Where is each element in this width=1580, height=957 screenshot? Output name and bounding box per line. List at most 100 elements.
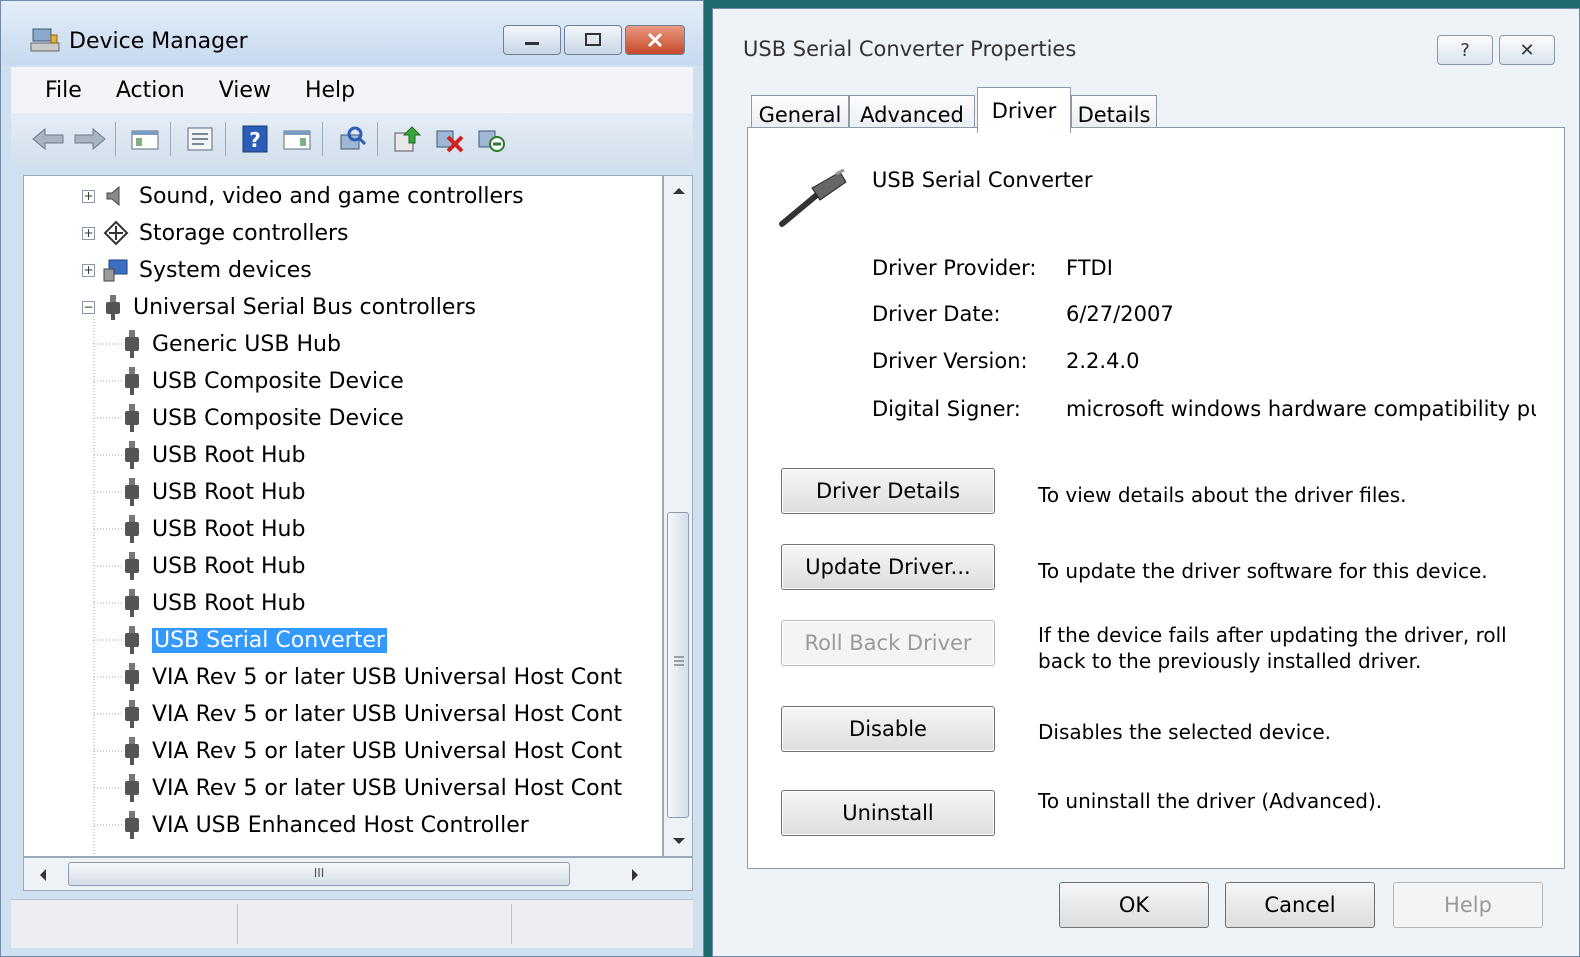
tree-category-label: Universal Serial Bus controllers: [133, 294, 476, 320]
tree-device-item[interactable]: USB Serial Converter: [124, 622, 387, 658]
tree-device-item[interactable]: Generic USB Hub: [124, 326, 341, 362]
usb-device-icon: [125, 774, 139, 802]
tree-category-usb[interactable]: − Universal Serial Bus controllers: [82, 289, 476, 325]
scroll-up-icon[interactable]: [672, 186, 686, 196]
tree-device-label: Generic USB Hub: [152, 331, 341, 357]
show-hide-tree-button[interactable]: [126, 120, 164, 158]
close-icon: [647, 32, 663, 48]
expand-icon[interactable]: +: [82, 263, 95, 277]
minimize-button[interactable]: [503, 25, 561, 55]
roll-back-description: If the device fails after updating the d…: [1038, 623, 1507, 673]
action-pane-button[interactable]: [278, 120, 316, 158]
menu-file[interactable]: File: [45, 78, 82, 103]
forward-button[interactable]: [71, 120, 109, 158]
expand-icon[interactable]: +: [82, 226, 95, 240]
uninstall-device-icon: [478, 130, 505, 152]
device-manager-icon: [30, 28, 60, 52]
uninstall-description: To uninstall the driver (Advanced).: [1038, 789, 1383, 813]
uninstall-button[interactable]: Uninstall: [781, 790, 995, 836]
expand-icon[interactable]: +: [82, 189, 95, 203]
speaker-icon: [106, 185, 120, 207]
tree-device-label: VIA USB Enhanced Host Controller: [152, 812, 529, 838]
toolbar-separator: [225, 122, 226, 156]
tree-category-label: System devices: [139, 257, 312, 283]
tree-device-item[interactable]: VIA Rev 5 or later USB Universal Host Co…: [124, 659, 622, 695]
uninstall-device-button[interactable]: [472, 120, 510, 158]
tree-device-label: USB Root Hub: [152, 516, 306, 542]
usb-device-icon: [125, 552, 139, 580]
digital-signer-label: Digital Signer:: [872, 397, 1021, 421]
horizontal-scroll-thumb[interactable]: III: [68, 862, 570, 886]
roll-back-driver-button[interactable]: Roll Back Driver: [781, 620, 995, 666]
tree-device-item[interactable]: USB Root Hub: [124, 511, 305, 547]
question-icon: ?: [1460, 39, 1470, 61]
forward-arrow-icon: [74, 127, 106, 151]
properties-button[interactable]: [181, 120, 219, 158]
usb-device-icon: [125, 441, 139, 469]
toolbar-separator: [377, 122, 378, 156]
menu-action[interactable]: Action: [116, 78, 185, 103]
help-button[interactable]: ?: [236, 120, 274, 158]
status-bar: [11, 899, 693, 948]
disable-button[interactable]: Disable: [781, 706, 995, 752]
maximize-button[interactable]: [564, 25, 622, 55]
collapse-icon[interactable]: −: [82, 300, 95, 314]
tree-device-item[interactable]: USB Root Hub: [124, 548, 305, 584]
device-tree[interactable]: + Sound, video and game controllers + St…: [23, 175, 663, 857]
close-button[interactable]: [625, 25, 685, 55]
usb-device-icon: [125, 330, 139, 358]
help-button[interactable]: Help: [1393, 882, 1543, 928]
help-caption-button[interactable]: ?: [1437, 35, 1493, 65]
maximize-icon: [585, 33, 601, 46]
back-button[interactable]: [29, 120, 67, 158]
menu-view[interactable]: View: [219, 78, 271, 103]
tree-device-item[interactable]: VIA USB Enhanced Host Controller: [124, 807, 529, 843]
scroll-right-icon[interactable]: [630, 868, 640, 882]
ok-button[interactable]: OK: [1059, 882, 1209, 928]
toolbar-separator: [115, 122, 116, 156]
tree-category-sound[interactable]: + Sound, video and game controllers: [82, 178, 524, 214]
update-driver-button[interactable]: Update Driver...: [781, 544, 995, 590]
close-caption-button[interactable]: ✕: [1499, 35, 1555, 65]
cancel-button[interactable]: Cancel: [1225, 882, 1375, 928]
scan-hardware-button[interactable]: [333, 120, 371, 158]
vertical-scroll-thumb[interactable]: [667, 512, 689, 818]
tree-device-item[interactable]: USB Composite Device: [124, 363, 404, 399]
status-divider: [237, 904, 238, 944]
usb-device-icon: [125, 515, 139, 543]
help-icon: ?: [242, 125, 268, 153]
usb-device-icon: [125, 626, 139, 654]
tree-device-item[interactable]: VIA Rev 5 or later USB Universal Host Co…: [124, 770, 622, 806]
driver-provider-value: FTDI: [1066, 256, 1113, 280]
update-driver-button[interactable]: [388, 120, 426, 158]
driver-date-value: 6/27/2007: [1066, 302, 1174, 326]
title-bar[interactable]: Device Manager: [1, 1, 703, 65]
menu-help[interactable]: Help: [305, 78, 355, 103]
tree-device-item[interactable]: USB Composite Device: [124, 400, 404, 436]
scroll-left-icon[interactable]: [38, 868, 48, 882]
system-devices-icon: [103, 259, 128, 282]
horizontal-scrollbar[interactable]: III: [23, 857, 693, 891]
tree-device-item[interactable]: USB Root Hub: [124, 585, 305, 621]
tree-device-item[interactable]: VIA Rev 5 or later USB Universal Host Co…: [124, 733, 622, 769]
disable-device-button[interactable]: [430, 120, 468, 158]
vertical-scrollbar[interactable]: [663, 175, 693, 857]
show-hide-tree-icon: [131, 130, 159, 150]
scroll-down-icon[interactable]: [672, 836, 686, 846]
toolbar: ?: [11, 113, 693, 165]
grip-icon: [674, 656, 684, 666]
tree-category-system[interactable]: + System devices: [82, 252, 312, 288]
tree-device-item[interactable]: USB Root Hub: [124, 474, 305, 510]
usb-device-icon: [125, 404, 139, 432]
tree-category-storage[interactable]: + Storage controllers: [82, 215, 348, 251]
tree-device-item[interactable]: USB Root Hub: [124, 437, 305, 473]
driver-details-button[interactable]: Driver Details: [781, 468, 995, 514]
back-arrow-icon: [32, 127, 64, 151]
tree-category-label: Sound, video and game controllers: [139, 183, 524, 209]
tab-driver[interactable]: Driver: [977, 87, 1071, 133]
tree-device-item[interactable]: VIA Rev 5 or later USB Universal Host Co…: [124, 696, 622, 732]
digital-signer-value: microsoft windows hardware compatibility…: [1066, 397, 1536, 421]
tree-device-label: USB Root Hub: [152, 590, 306, 616]
close-icon: ✕: [1519, 39, 1535, 61]
tree-device-label: VIA Rev 5 or later USB Universal Host Co…: [152, 775, 623, 801]
